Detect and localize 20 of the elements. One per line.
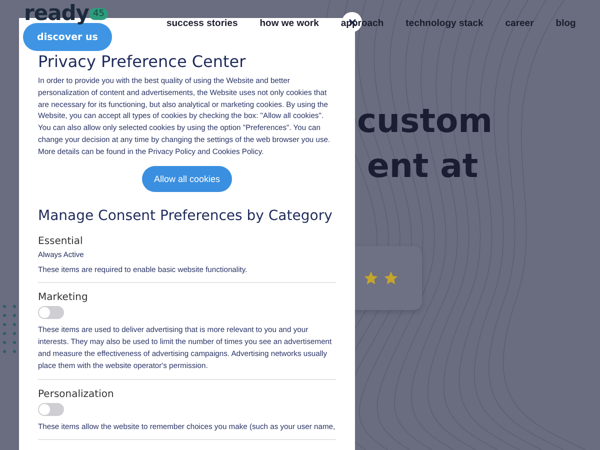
nav-link[interactable]: success stories xyxy=(166,18,238,29)
nav-link[interactable]: blog xyxy=(556,18,576,29)
star-icon xyxy=(383,270,399,286)
dot-pattern-drawing xyxy=(3,305,17,353)
logo-badge: 45 xyxy=(89,8,108,20)
dialog-title: Privacy Preference Center xyxy=(38,52,247,71)
category-name: Personalization xyxy=(38,388,115,400)
nav-link[interactable]: how we work xyxy=(260,18,319,29)
star-icon xyxy=(363,270,379,286)
discover-button[interactable]: discover us xyxy=(23,23,112,51)
section-title: Manage Consent Preferences by Category xyxy=(38,208,334,224)
nav-link[interactable]: technology stack xyxy=(406,18,484,29)
allow-all-button[interactable]: Allow all cookies xyxy=(142,166,232,192)
toggle-switch[interactable] xyxy=(38,306,64,320)
headline-text: custom xyxy=(357,100,494,142)
category-name: Marketing xyxy=(38,292,89,304)
toggle-switch[interactable] xyxy=(38,402,64,416)
headline-text: ent at xyxy=(366,145,480,187)
nav-link[interactable]: career xyxy=(505,18,534,29)
category-name: Essential xyxy=(38,236,84,247)
